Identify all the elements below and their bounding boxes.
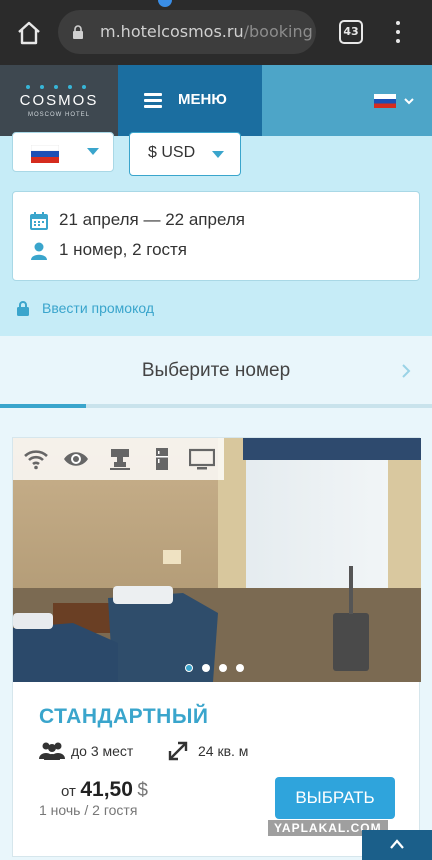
more-options-icon[interactable] [392, 19, 404, 45]
step-progress-bar [0, 404, 432, 408]
country-select[interactable] [12, 132, 114, 172]
russia-flag-icon[interactable] [374, 94, 396, 108]
room-card: СТАНДАРТНЫЙ до 3 мест 24 кв. м от 41,50 … [12, 437, 421, 857]
amenities-bar [13, 438, 224, 480]
currency-value: $ USD [148, 144, 196, 161]
url-text: m.hotelcosmos.ru/booking [100, 22, 313, 41]
logo-subtitle: MOSCOW HOTEL [27, 112, 90, 118]
chevron-down-icon[interactable] [403, 95, 415, 107]
lock-icon [73, 25, 83, 39]
scroll-to-top-button[interactable] [362, 830, 432, 860]
browser-toolbar: m.hotelcosmos.ru/booking 43 [0, 0, 432, 65]
room-area-text: 24 кв. м [198, 743, 249, 759]
carousel-dot[interactable] [219, 664, 227, 672]
dropdown-arrow-icon [212, 151, 224, 158]
view-icon [64, 452, 88, 466]
nights-guests-text: 1 ночь / 2 гостя [39, 802, 138, 818]
chevron-up-icon [390, 839, 404, 849]
booking-filters: $ USD 21 апреля — 22 апреля 1 номер, 2 г… [0, 132, 432, 336]
wifi-icon [24, 450, 48, 470]
coffee-machine-icon [110, 449, 130, 470]
carousel-dot[interactable] [185, 664, 193, 672]
dropdown-arrow-icon [87, 148, 99, 155]
chevron-right-icon[interactable] [400, 363, 412, 379]
pull-indicator [158, 0, 172, 7]
step-progress-fill [0, 404, 87, 408]
carousel-dot[interactable] [202, 664, 210, 672]
home-icon[interactable] [14, 18, 44, 48]
room-name[interactable]: СТАНДАРТНЫЙ [39, 705, 208, 729]
menu-label: МЕНЮ [178, 91, 227, 108]
carousel-indicators [185, 664, 244, 672]
url-domain: m.hotelcosmos.ru [100, 22, 244, 41]
booking-summary[interactable]: 21 апреля — 22 апреля 1 номер, 2 гостя [12, 191, 420, 281]
address-bar[interactable]: m.hotelcosmos.ru/booking [58, 10, 316, 54]
booking-step: Выберите номер [0, 336, 432, 409]
price-value: 41,50 [80, 778, 133, 801]
capacity-text: до 3 мест [71, 743, 134, 759]
logo[interactable]: COSMOS MOSCOW HOTEL [0, 65, 118, 136]
logo-dots [26, 85, 86, 89]
person-icon [31, 242, 47, 260]
site-header: COSMOS MOSCOW HOTEL МЕНЮ [0, 65, 432, 136]
date-range-text: 21 апреля — 22 апреля [59, 210, 245, 229]
price: от 41,50 $ [61, 778, 148, 802]
step-title: Выберите номер [141, 360, 291, 381]
lock-icon [17, 301, 29, 316]
choose-room-button[interactable]: ВЫБРАТЬ [275, 777, 395, 819]
currency-select[interactable]: $ USD [129, 132, 241, 176]
url-path: /booking [243, 22, 313, 41]
calendar-icon [30, 212, 48, 230]
logo-title: COSMOS [19, 92, 99, 109]
fridge-icon [156, 448, 168, 470]
price-currency: $ [137, 780, 148, 801]
expand-arrows-icon [168, 741, 188, 761]
russia-flag-icon [31, 145, 59, 163]
tv-icon [189, 448, 215, 470]
guests-text: 1 номер, 2 гостя [59, 240, 188, 259]
hamburger-icon [144, 93, 162, 108]
menu-button[interactable]: МЕНЮ [118, 65, 262, 136]
tab-count-button[interactable]: 43 [339, 20, 363, 44]
carousel-dot[interactable] [236, 664, 244, 672]
people-icon [39, 742, 65, 760]
price-prefix: от [61, 783, 76, 800]
promo-code-label: Ввести промокод [42, 300, 155, 316]
